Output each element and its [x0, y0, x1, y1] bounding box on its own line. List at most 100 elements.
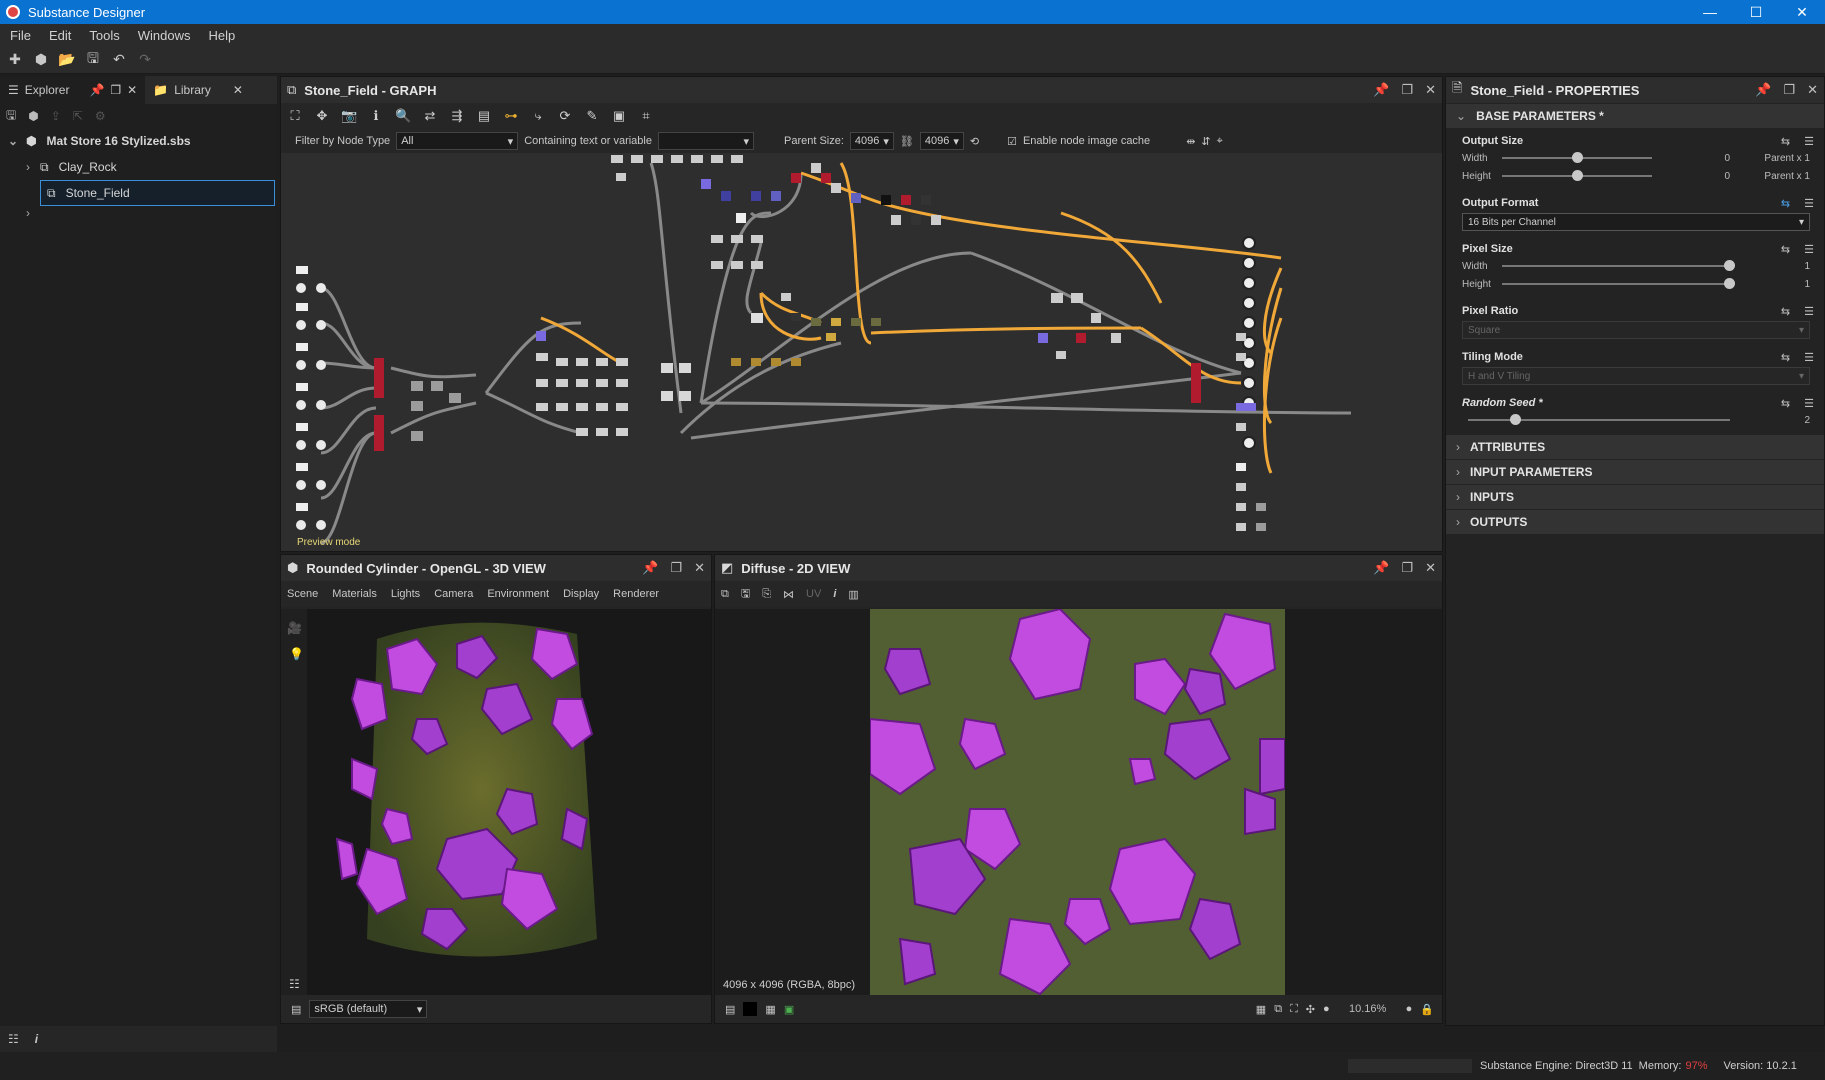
tab-library[interactable]: 📁 Library ✕	[145, 76, 251, 104]
menu-windows[interactable]: Windows	[138, 28, 191, 43]
new-package-icon[interactable]: ⬢	[28, 109, 38, 123]
refresh-icon[interactable]: ⟳	[557, 108, 573, 124]
grid-icon[interactable]: ⌗	[638, 108, 654, 124]
new-graph-icon[interactable]: ⬢	[32, 51, 50, 69]
publish-icon[interactable]: ⇪	[51, 109, 61, 123]
tiling-mode-dropdown[interactable]: H and V Tiling ▾	[1462, 367, 1810, 385]
slider-knob[interactable]	[1572, 170, 1583, 181]
node-graph[interactable]: Preview mode	[281, 153, 1442, 551]
layers-icon[interactable]: ▤	[725, 1003, 735, 1016]
float-icon[interactable]: ❐	[1401, 560, 1413, 576]
node-snap-icon[interactable]: ⌖	[1217, 135, 1223, 148]
maximize-button[interactable]: ☐	[1733, 4, 1779, 21]
3d-viewport[interactable]	[307, 609, 711, 997]
pin-icon[interactable]: 📌	[1755, 82, 1771, 98]
connect-icon[interactable]: ⤷	[530, 108, 546, 124]
camera-icon[interactable]: 📷	[341, 108, 357, 124]
inputs-section[interactable]: › INPUTS	[1446, 485, 1824, 509]
pixel-ratio-dropdown[interactable]: Square ▾	[1462, 321, 1810, 339]
inherit-icon[interactable]: ⇆	[1781, 397, 1790, 410]
save-icon[interactable]: 🖫	[84, 50, 102, 69]
info-icon[interactable]: i	[833, 588, 836, 600]
checker-icon[interactable]: ▦	[765, 1003, 775, 1016]
black-swatch[interactable]	[743, 1002, 758, 1016]
close-icon[interactable]: ✕	[127, 83, 137, 97]
center-icon[interactable]: ✣	[1306, 1003, 1315, 1016]
close-icon[interactable]: ✕	[1425, 560, 1436, 576]
pixel-height-value[interactable]: 1	[1804, 279, 1810, 290]
close-icon[interactable]: ✕	[1807, 82, 1818, 98]
graph-canvas[interactable]: Preview mode	[281, 153, 1442, 551]
menu-icon[interactable]: ☰	[1804, 243, 1814, 256]
grid-icon[interactable]: ▦	[1256, 1003, 1266, 1016]
tools-icon[interactable]: ✎	[584, 108, 600, 124]
pixel-width-value[interactable]: 1	[1804, 261, 1810, 272]
zoom-in-icon[interactable]: ●	[1406, 1003, 1413, 1015]
close-icon[interactable]: ✕	[1425, 82, 1436, 98]
new-package-icon[interactable]: ✚	[6, 51, 24, 69]
expand-arrow-icon[interactable]: ›	[26, 160, 30, 174]
node-distribute-icon[interactable]: ⇵	[1201, 135, 1210, 148]
fit-icon[interactable]: ⛶	[1290, 1003, 1298, 1016]
menu-help[interactable]: Help	[208, 28, 235, 43]
float-icon[interactable]: ❐	[670, 560, 682, 576]
close-button[interactable]: ✕	[1779, 4, 1825, 21]
zoom-out-icon[interactable]: ●	[1323, 1003, 1330, 1015]
redo-icon[interactable]: ↷	[136, 51, 154, 69]
close-icon[interactable]: ✕	[233, 83, 243, 97]
menu-icon[interactable]: ☰	[1804, 135, 1814, 148]
hierarchy-icon[interactable]: ☷	[8, 1032, 19, 1046]
copy-icon[interactable]: ⧉	[721, 588, 729, 601]
inherit-icon[interactable]: ⇆	[1781, 135, 1790, 148]
inherit-icon[interactable]: ⇆	[1781, 305, 1790, 318]
link-icon[interactable]: ⊶	[503, 108, 519, 124]
menu-edit[interactable]: Edit	[49, 28, 71, 43]
pin-icon[interactable]: 📌	[89, 83, 104, 97]
histogram-icon[interactable]: ▥	[848, 588, 858, 601]
menu-tools[interactable]: Tools	[89, 28, 119, 43]
node-align-icon[interactable]: ⇹	[1186, 135, 1195, 148]
menu-scene[interactable]: Scene	[287, 588, 318, 600]
inherit-icon[interactable]: ⇆	[1781, 197, 1790, 210]
slider-knob[interactable]	[1572, 152, 1583, 163]
settings-icon[interactable]: ⚙	[95, 109, 106, 123]
2d-viewport[interactable]: 4096 x 4096 (RGBA, 8bpc)	[715, 609, 1442, 997]
undo-icon[interactable]: ↶	[110, 51, 128, 69]
export-icon[interactable]: ⇱	[73, 109, 83, 123]
random-seed-slider[interactable]	[1468, 414, 1730, 425]
pixel-height-slider[interactable]	[1502, 278, 1735, 289]
parent-size-height[interactable]: 4096 ▾	[919, 132, 964, 150]
image-toggle-icon[interactable]: ▣	[784, 1003, 794, 1016]
pixel-width-slider[interactable]	[1502, 260, 1735, 271]
uv-toggle[interactable]: UV	[806, 588, 821, 600]
pin-icon[interactable]: 📌	[1373, 560, 1389, 576]
pin-icon[interactable]: 📌	[642, 560, 658, 576]
layout-icon[interactable]: ⇶	[449, 108, 465, 124]
menu-icon[interactable]: ☰	[1804, 397, 1814, 410]
collapse-arrow-icon[interactable]: ⌄	[8, 134, 18, 148]
camera-icon[interactable]: 🎥	[281, 609, 307, 647]
parent-size-width[interactable]: 4096 ▾	[849, 132, 894, 150]
minimize-button[interactable]: —	[1687, 4, 1733, 21]
output-height-value[interactable]: 0	[1710, 171, 1730, 182]
link-icon[interactable]: ⛓	[900, 135, 914, 148]
info-icon[interactable]: i	[35, 1032, 38, 1046]
menu-icon[interactable]: ☰	[1804, 197, 1814, 210]
light-icon[interactable]: 💡	[281, 647, 307, 661]
graph-row-clay-rock[interactable]: › ⧉ Clay_Rock	[0, 154, 277, 180]
export-icon[interactable]: ⎘	[762, 588, 771, 601]
menu-icon[interactable]: ☰	[1804, 305, 1814, 318]
save-package-icon[interactable]: 🖫	[6, 106, 16, 127]
hierarchy-icon[interactable]: ☷	[289, 977, 300, 991]
graph-row-stone-field[interactable]: ⧉ Stone_Field	[40, 180, 275, 206]
menu-renderer[interactable]: Renderer	[613, 588, 659, 600]
slider-knob[interactable]	[1510, 414, 1522, 425]
slider-knob[interactable]	[1724, 260, 1735, 271]
output-height-slider[interactable]	[1502, 170, 1652, 181]
open-folder-icon[interactable]: 📂	[58, 51, 76, 69]
tiling-icon[interactable]: ⧉	[1274, 1003, 1282, 1016]
zoom-level[interactable]: 10.16%	[1338, 1003, 1398, 1015]
cache-checkbox[interactable]: ☑	[1007, 135, 1017, 148]
float-icon[interactable]: ❐	[1783, 82, 1795, 98]
search-icon[interactable]: 🔍	[395, 108, 411, 124]
